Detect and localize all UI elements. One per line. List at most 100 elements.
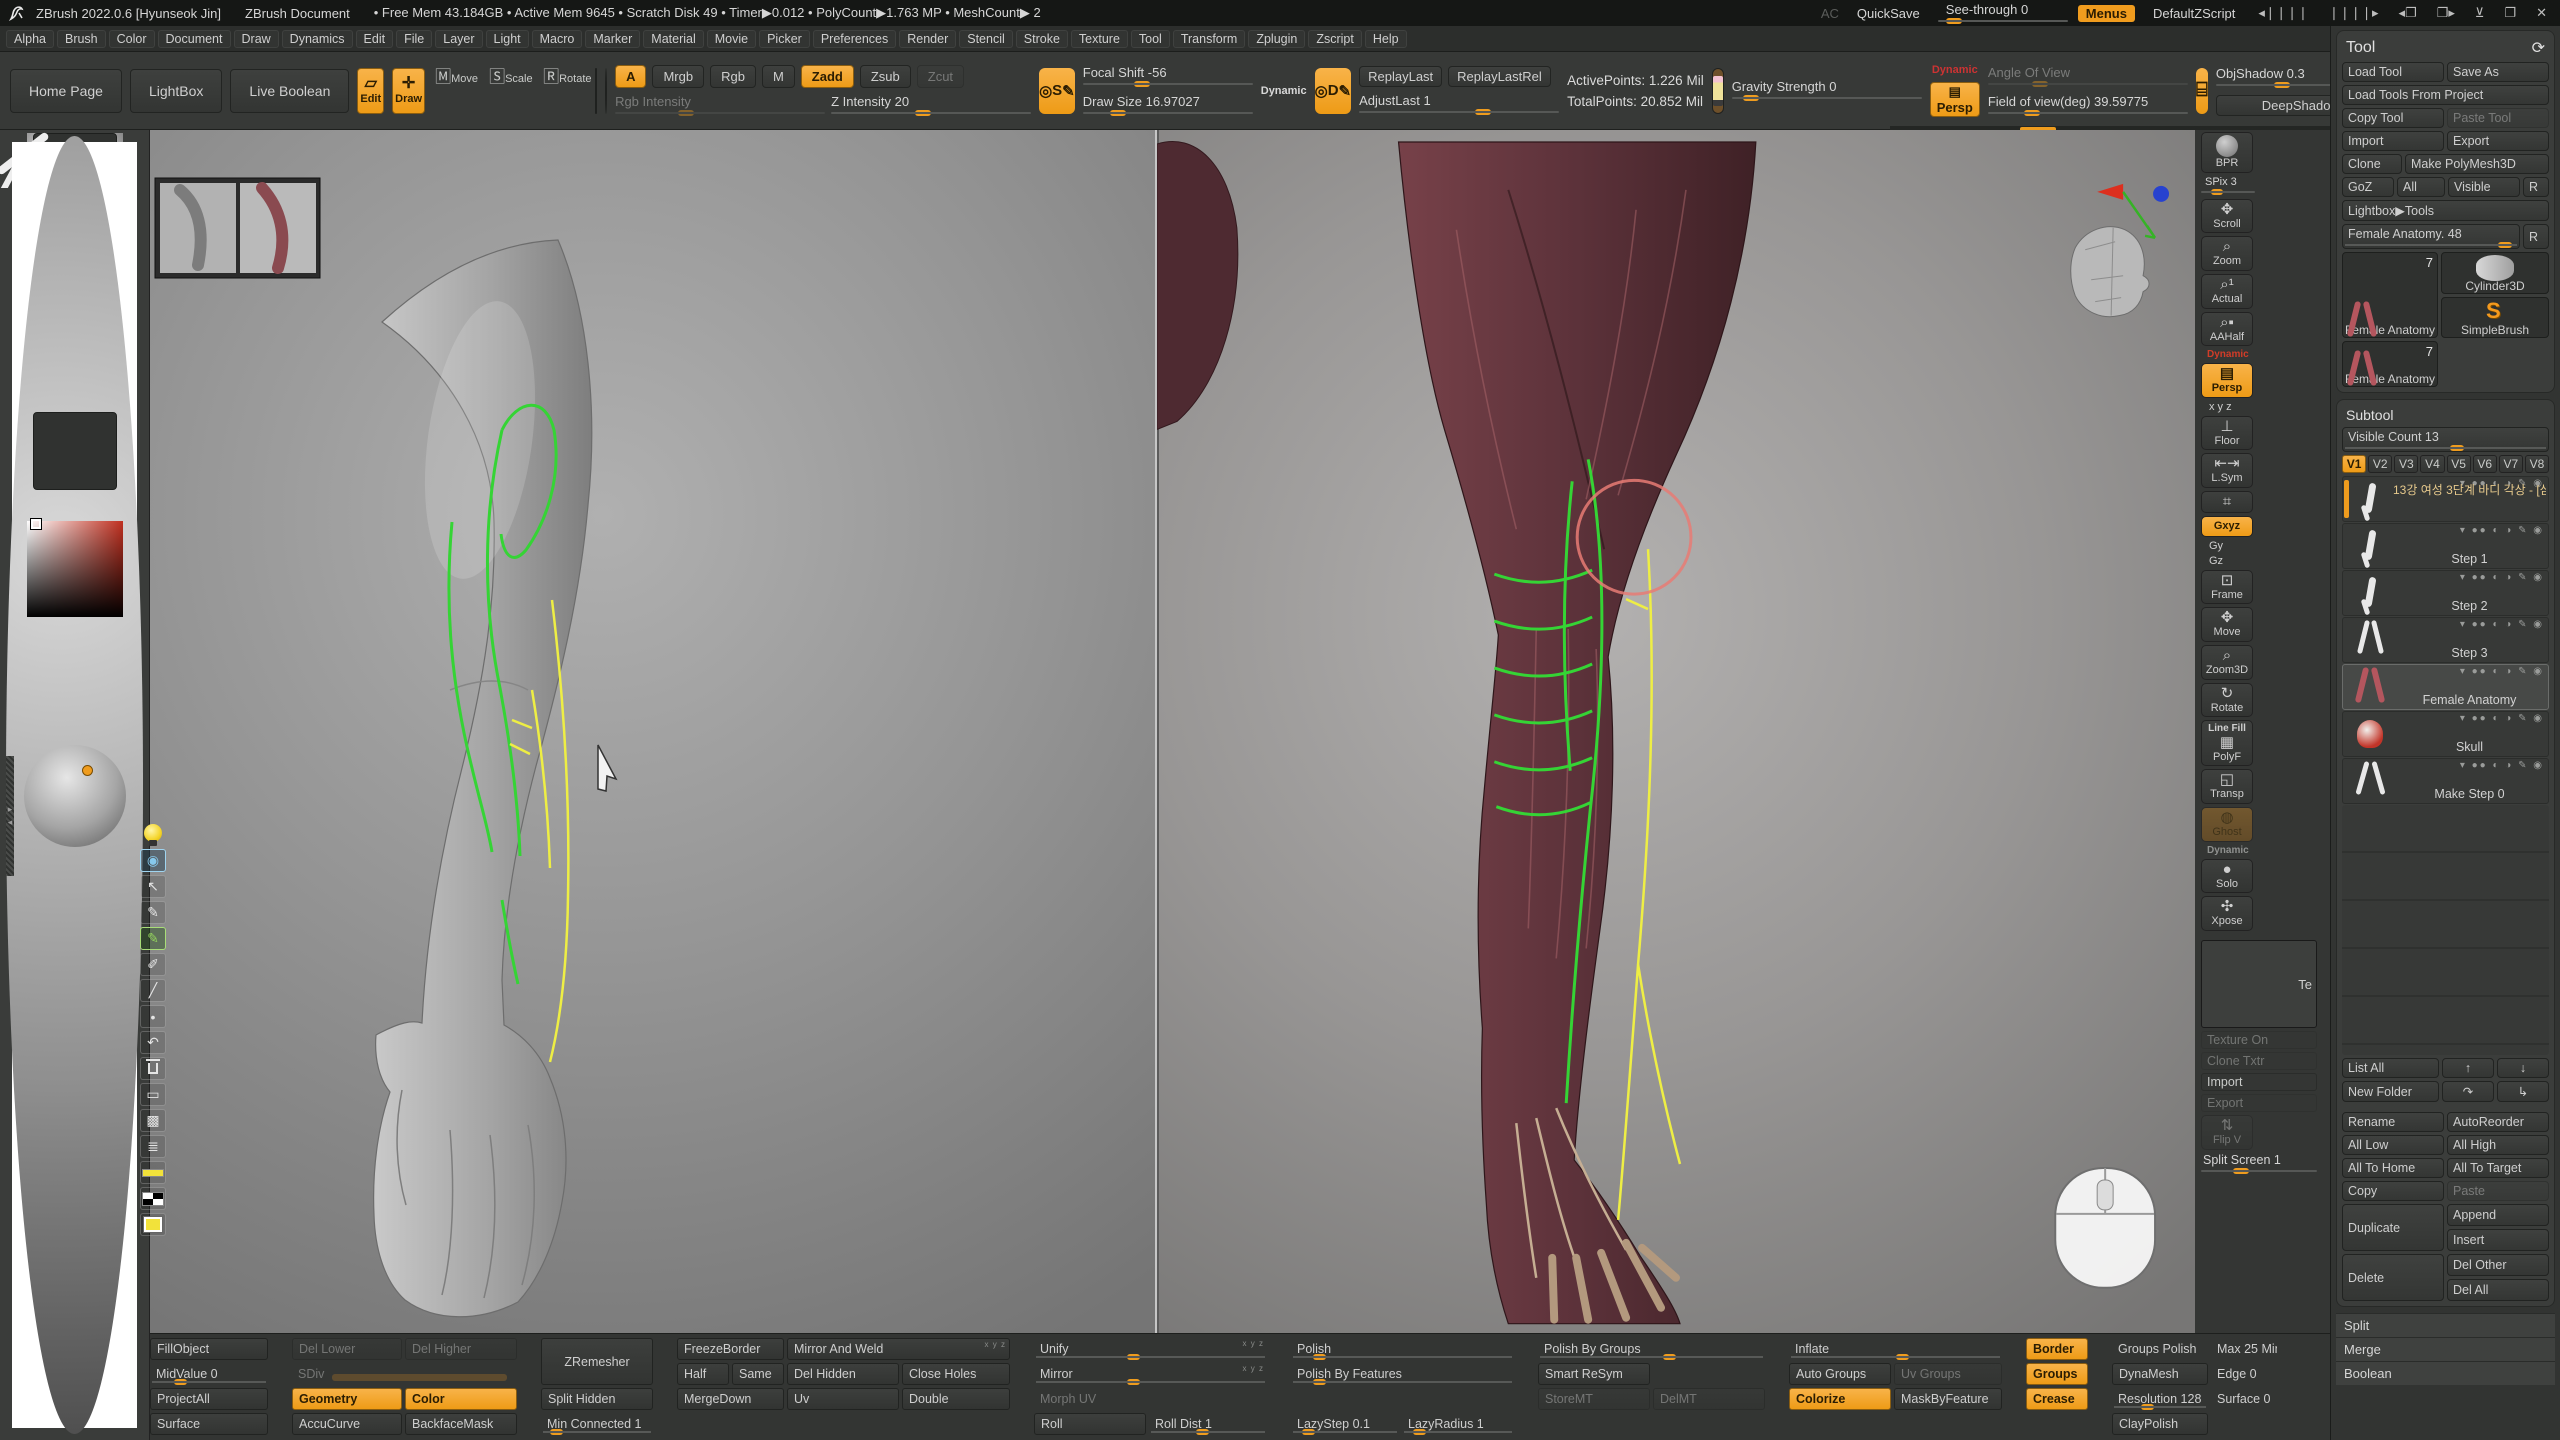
menu-item[interactable]: Layer: [435, 30, 482, 48]
subtool-action-button[interactable]: Rename: [2342, 1112, 2444, 1132]
geometry-control[interactable]: StoreMT: [1538, 1388, 1650, 1410]
geometry-control[interactable]: BackfaceMask: [405, 1413, 517, 1435]
subtool-row[interactable]: ▾ ●● ◐ ◑ ✎ ◉ Skull: [2342, 711, 2549, 757]
menu-item[interactable]: Color: [109, 30, 155, 48]
paste-tool-button[interactable]: Paste Tool: [2447, 108, 2549, 128]
draw-size-slider[interactable]: Draw Size 16.97027: [1083, 94, 1253, 117]
move-into-folder-button[interactable]: ↳: [2497, 1081, 2549, 1102]
subtool-row[interactable]: ▾ ●● ◐ ◑ ✎ ◉ Make Step 0: [2342, 758, 2549, 804]
floor-button[interactable]: ⊥Floor: [2201, 416, 2253, 451]
restore-button[interactable]: ❐: [2499, 5, 2521, 21]
geometry-control[interactable]: Mirror And Weldx y z: [787, 1338, 1010, 1360]
shelf-slide-left-icon[interactable]: ◂❘❘❘❘: [2253, 5, 2313, 21]
subtool-action-button[interactable]: AutoReorder: [2447, 1112, 2549, 1132]
palette-button[interactable]: [140, 1187, 166, 1210]
menu-item[interactable]: Brush: [57, 30, 106, 48]
quicksave-button[interactable]: QuickSave: [1849, 5, 1928, 22]
mode-button[interactable]: Mrgb: [652, 65, 704, 88]
menu-item[interactable]: Zplugin: [1248, 30, 1305, 48]
copy-tool-button[interactable]: Copy Tool: [2342, 108, 2444, 128]
menu-item[interactable]: Marker: [585, 30, 640, 48]
del-all-button[interactable]: Del All: [2447, 1279, 2549, 1301]
geometry-control[interactable]: Unifyx y z: [1034, 1338, 1267, 1360]
geometry-control[interactable]: Roll Dist 1: [1149, 1413, 1267, 1435]
xpose-button[interactable]: ✣Xpose: [2201, 896, 2253, 931]
subtool-row[interactable]: ▾ ●● ◐ ◑ ✎ ◉ Female Anatomy: [2342, 664, 2549, 710]
lightbox-button[interactable]: LightBox: [130, 69, 222, 113]
subtool-row[interactable]: ▾ ●● ◐ ◑ ✎ ◉ 13강 여성 3단계 바디 각상 - [삼각: [2342, 476, 2549, 522]
menus-button[interactable]: Menus: [2078, 5, 2135, 22]
geometry-control[interactable]: AccuCurve: [292, 1413, 402, 1435]
mode-button[interactable]: Zsub: [860, 65, 911, 88]
geometry-control[interactable]: Roll: [1034, 1413, 1146, 1435]
yellow-swatch-bar[interactable]: [140, 1161, 166, 1184]
geometry-control[interactable]: Uv Groups: [1894, 1363, 2002, 1385]
move-out-folder-button[interactable]: ↷: [2442, 1081, 2494, 1102]
load-tool-button[interactable]: Load Tool: [2342, 62, 2444, 82]
geometry-control[interactable]: Del Lower: [292, 1338, 402, 1360]
palette-dock-right-icon[interactable]: ❐▸: [2432, 5, 2460, 21]
new-folder-button[interactable]: New Folder: [2342, 1081, 2439, 1102]
live-boolean-button[interactable]: Live Boolean: [230, 69, 349, 113]
home-page-button[interactable]: Home Page: [10, 69, 122, 113]
clone-tool-button[interactable]: Clone: [2342, 154, 2402, 174]
subtool-row[interactable]: ▾ ●● ◐ ◑ ✎ ◉ Step 1: [2342, 523, 2549, 569]
geometry-control[interactable]: Half: [677, 1363, 729, 1385]
menu-item[interactable]: Material: [643, 30, 703, 48]
geometry-control[interactable]: LazyStep 0.1: [1291, 1413, 1399, 1435]
menu-item[interactable]: Preferences: [813, 30, 896, 48]
geometry-control[interactable]: Resolution 128: [2112, 1388, 2208, 1410]
solo-button[interactable]: ●Solo: [2201, 859, 2253, 894]
image-tool-button[interactable]: ▩: [140, 1109, 166, 1132]
subtool-row-icons[interactable]: ▾ ●● ◐ ◑ ✎ ◉: [2460, 525, 2544, 536]
menu-item[interactable]: Macro: [532, 30, 583, 48]
geometry-control[interactable]: Split Hidden: [541, 1388, 653, 1410]
cursor-tool-button[interactable]: ↖: [140, 875, 166, 898]
menu-item[interactable]: Stroke: [1016, 30, 1068, 48]
menu-item[interactable]: Zscript: [1308, 30, 1362, 48]
transparency-button[interactable]: ◱Transp: [2201, 769, 2253, 804]
scroll-button[interactable]: ✥Scroll: [2201, 199, 2253, 234]
geometry-control[interactable]: DelMT: [1653, 1388, 1765, 1410]
geometry-control[interactable]: ProjectAll: [150, 1388, 268, 1410]
subtool-row-icons[interactable]: ▾ ●● ◐ ◑ ✎ ◉: [2460, 572, 2544, 583]
mode-button[interactable]: M: [762, 65, 795, 88]
subtool-action-button[interactable]: Copy: [2342, 1181, 2444, 1201]
menu-item[interactable]: Picker: [759, 30, 810, 48]
visibility-tool-button[interactable]: ◉: [140, 849, 166, 872]
pencil-tool-button[interactable]: ✐: [140, 953, 166, 976]
collapsed-section-header[interactable]: Boolean: [2336, 1361, 2555, 1385]
texture-on-button[interactable]: Texture On: [2201, 1031, 2317, 1049]
rgb-intensity-slider[interactable]: Rgb Intensity: [615, 94, 825, 117]
import-tool-button[interactable]: Import: [2342, 131, 2444, 151]
geometry-control[interactable]: SDiv: [292, 1363, 517, 1385]
goz-visible-button[interactable]: Visible: [2448, 177, 2520, 197]
bpr-render-button[interactable]: BPR: [2201, 132, 2253, 173]
draw-size-icon[interactable]: ◎S✎: [1039, 68, 1075, 114]
xyz-mini-toggles[interactable]: x y z: [1243, 1339, 1264, 1348]
delete-button[interactable]: Delete: [2342, 1254, 2444, 1301]
palette-dock-left-icon[interactable]: ◂❐: [2394, 5, 2422, 21]
move-3d-button[interactable]: ✥Move: [2201, 607, 2253, 642]
edit-button[interactable]: ▱Edit: [357, 68, 384, 114]
move-button[interactable]: 🄼Move: [433, 68, 479, 114]
pen-tool-button[interactable]: ✎: [140, 901, 166, 924]
menu-item[interactable]: Stencil: [959, 30, 1013, 48]
default-zscript-button[interactable]: DefaultZScript: [2145, 5, 2243, 22]
geometry-control[interactable]: Del Higher: [405, 1338, 517, 1360]
see-through-slider[interactable]: See-through 0: [1938, 1, 2068, 25]
subtool-action-button[interactable]: All Low: [2342, 1135, 2444, 1155]
list-all-button[interactable]: List All: [2342, 1058, 2439, 1078]
xyz-mini-toggles[interactable]: x y z: [985, 1340, 1006, 1349]
collapsed-section-header[interactable]: Merge: [2336, 1337, 2555, 1361]
current-stroke-tile[interactable]: [595, 68, 597, 114]
actual-button[interactable]: ⌕¹Actual: [2201, 274, 2253, 309]
subtool-view-tab[interactable]: V3: [2394, 455, 2418, 473]
geometry-control[interactable]: Polish: [1291, 1338, 1514, 1360]
import-texture-shelf-button[interactable]: Import: [2201, 1073, 2317, 1091]
zoom-button[interactable]: ⌕Zoom: [2201, 236, 2253, 271]
persp-button[interactable]: ▤Persp: [1930, 82, 1980, 117]
menu-item[interactable]: Alpha: [6, 30, 54, 48]
tool-thumb-cylinder3d[interactable]: Cylinder3D: [2441, 252, 2549, 294]
mode-button[interactable]: Zadd: [801, 65, 854, 88]
